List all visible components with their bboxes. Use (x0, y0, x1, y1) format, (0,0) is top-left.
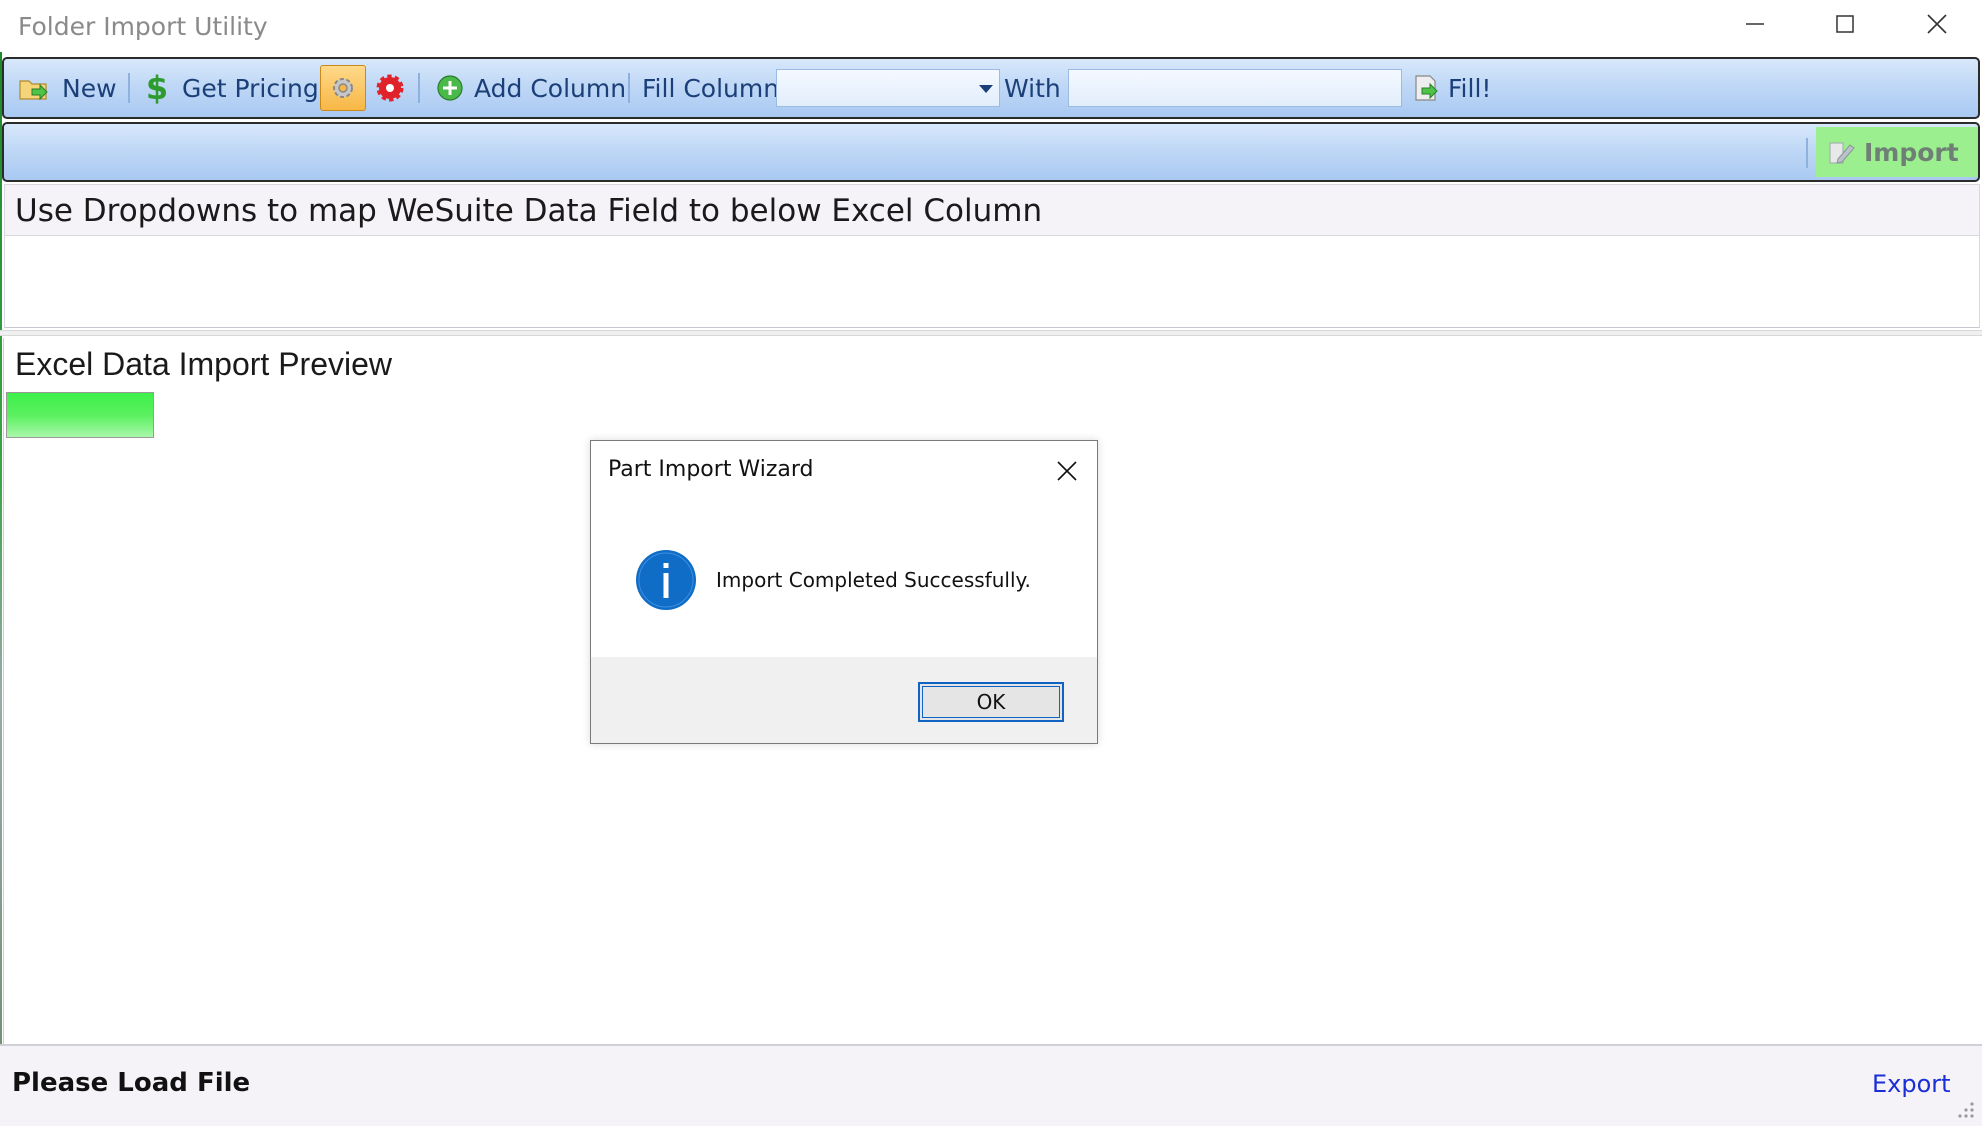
svg-text:$: $ (146, 71, 168, 105)
red-settings-button[interactable] (374, 59, 406, 117)
maximize-button[interactable] (1800, 0, 1890, 48)
dialog-close-button[interactable] (1047, 453, 1087, 489)
status-bar: Please Load File Export (0, 1044, 1982, 1126)
dialog-title: Part Import Wizard (608, 457, 814, 482)
gear-icon (333, 78, 353, 98)
import-label: Import (1864, 137, 1959, 167)
settings-button[interactable] (320, 65, 366, 111)
add-column-label: Add Column (474, 73, 627, 103)
resize-grip-icon[interactable] (1954, 1098, 1976, 1120)
mapping-area (4, 236, 1980, 328)
toolbar-separator (128, 73, 130, 103)
main-toolbar: New $ Get Pricing Add Column Fill Column… (2, 57, 1980, 119)
get-pricing-button[interactable]: $ Get Pricing (146, 59, 319, 117)
status-text: Please Load File (12, 1068, 251, 1098)
new-button[interactable]: New (18, 59, 117, 117)
fill-column-text: Fill Column (642, 73, 780, 103)
app-window: Folder Import Utility New $ Get Pricing (0, 0, 1982, 1126)
dialog-message: Import Completed Successfully. (716, 568, 1031, 592)
fill-label: Fill! (1448, 73, 1492, 103)
info-icon (636, 550, 696, 610)
close-icon (1927, 14, 1947, 34)
pencil-icon (1829, 142, 1855, 164)
fill-column-label: Fill Column (642, 59, 779, 117)
window-title: Folder Import Utility (18, 12, 268, 41)
minimize-icon (1746, 23, 1764, 25)
fill-column-dropdown[interactable] (776, 69, 1000, 107)
dollar-icon: $ (146, 71, 168, 105)
window-left-edge (0, 52, 2, 1126)
close-icon (1057, 461, 1077, 481)
folder-arrow-icon (19, 80, 48, 101)
get-pricing-label: Get Pricing (182, 73, 319, 103)
with-text: With (1004, 73, 1061, 103)
mapping-instruction: Use Dropdowns to map WeSuite Data Field … (15, 193, 1043, 229)
export-link[interactable]: Export (1872, 1070, 1951, 1098)
add-column-button[interactable]: Add Column (436, 59, 626, 117)
ok-button[interactable]: OK (918, 682, 1064, 722)
chevron-down-icon (979, 85, 993, 93)
toolbar-separator (1806, 138, 1808, 168)
title-bar: Folder Import Utility (0, 0, 1982, 52)
mapping-header: Use Dropdowns to map WeSuite Data Field … (4, 184, 1980, 236)
maximize-icon (1836, 15, 1854, 33)
preview-title: Excel Data Import Preview (15, 346, 393, 382)
red-gear-icon (376, 74, 404, 102)
preview-grid-header-cell[interactable] (6, 392, 154, 438)
splitter-handle[interactable] (0, 330, 1982, 336)
with-input[interactable] (1068, 69, 1402, 107)
import-toolbar: Import (2, 122, 1980, 182)
plus-circle-icon (437, 75, 463, 101)
with-label: With (1004, 59, 1061, 117)
message-dialog: Part Import Wizard Import Completed Succ… (590, 440, 1098, 744)
toolbar-separator (418, 73, 420, 103)
fill-button[interactable]: Fill! (1412, 59, 1491, 117)
ok-label: OK (976, 690, 1006, 714)
new-label: New (62, 73, 117, 103)
import-button[interactable]: Import (1816, 127, 1978, 177)
toolbar-separator (628, 73, 630, 103)
close-button[interactable] (1892, 0, 1982, 48)
minimize-button[interactable] (1710, 0, 1800, 48)
document-arrow-icon (1415, 75, 1438, 101)
